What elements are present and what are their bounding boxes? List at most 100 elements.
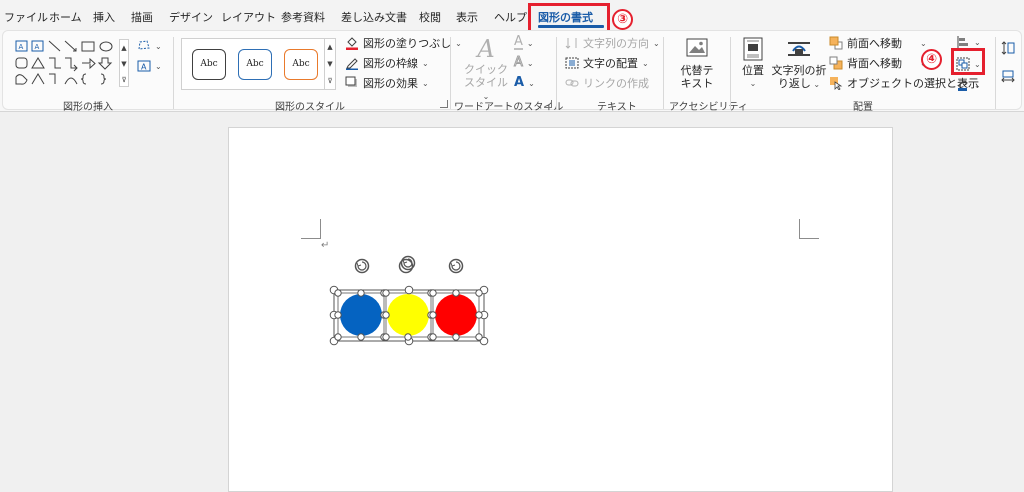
chevron-down-icon: ⌄: [653, 38, 660, 48]
dialog-launcher-icon[interactable]: [544, 100, 552, 108]
chevron-down-icon: ⌄: [422, 58, 429, 68]
quick-styles-button[interactable]: A クイック スタイル ⌄: [461, 35, 511, 103]
group-separator: [663, 37, 664, 109]
bring-forward-icon: [829, 36, 843, 50]
yellow-circle[interactable]: [387, 294, 429, 336]
alt-text-label-2: キスト: [680, 77, 714, 90]
quick-styles-label-1: クイック: [464, 63, 508, 76]
blue-circle[interactable]: [340, 294, 382, 336]
shape-effects-button[interactable]: 図形の効果 ⌄: [345, 74, 429, 92]
style-preview-blue[interactable]: Abc: [238, 49, 272, 80]
chevron-down-icon: ⌄: [749, 79, 757, 88]
tab-mailings[interactable]: 差し込み文書: [341, 9, 407, 25]
tab-design[interactable]: デザイン: [169, 9, 213, 25]
tab-insert[interactable]: 挿入: [93, 9, 115, 25]
tab-draw[interactable]: 描画: [131, 9, 153, 25]
shape-height-field[interactable]: [1001, 39, 1015, 57]
shape-width-field[interactable]: [1001, 67, 1015, 85]
shape-style-gallery[interactable]: Abc Abc Abc: [181, 38, 333, 90]
wrap-text-icon: [771, 36, 827, 64]
rotate-icon: [956, 78, 970, 92]
text-fill-icon: A: [514, 34, 523, 50]
position-button[interactable]: 位置 ⌄: [737, 36, 769, 90]
text-outline-icon: A: [514, 55, 524, 70]
chevron-down-icon: ⌄: [920, 38, 927, 48]
text-outline-button[interactable]: A ⌄: [514, 54, 534, 72]
text-fill-button[interactable]: A ⌄: [514, 34, 534, 52]
style-gallery-scroll[interactable]: ▲ ▼ ⊽: [324, 38, 336, 90]
highlight-box-group: [951, 48, 985, 75]
chevron-down-icon: ⌄: [810, 80, 821, 89]
rotation-handles[interactable]: [354, 255, 464, 274]
text-direction-label: 文字列の方向: [583, 37, 649, 50]
pencil-icon: [345, 56, 359, 70]
chevron-down-icon: ⌄: [528, 78, 535, 88]
gallery-more-icon[interactable]: ⊽: [120, 72, 128, 88]
grouped-shapes[interactable]: [320, 248, 495, 353]
link-icon: [565, 76, 579, 90]
chevron-down-icon: ⌄: [526, 58, 534, 68]
shape-effects-label: 図形の効果: [363, 77, 418, 90]
rotate-objects-button[interactable]: ⌄: [956, 76, 981, 94]
align-text-label: 文字の配置: [583, 57, 638, 70]
red-circle[interactable]: [435, 294, 477, 336]
shape-gallery[interactable]: A A: [15, 39, 131, 87]
paint-bucket-icon: [345, 36, 359, 50]
chevron-down-icon: ⌄: [974, 80, 981, 90]
edit-shape-button[interactable]: ⌄: [137, 37, 162, 55]
align-text-icon: [565, 56, 579, 70]
wrap-text-button[interactable]: 文字列の折 り返し ⌄: [771, 36, 827, 91]
tab-help[interactable]: ヘルプ: [494, 9, 527, 25]
shape-outline-button[interactable]: 図形の枠線 ⌄: [345, 54, 429, 72]
tab-review[interactable]: 校閲: [419, 9, 441, 25]
shape-gallery-scroll[interactable]: ▲ ▼ ⊽: [119, 39, 129, 87]
group-label-arrange: 配置: [853, 102, 873, 113]
tab-layout[interactable]: レイアウト: [221, 9, 276, 25]
group-separator: [173, 37, 174, 109]
group-separator: [730, 37, 731, 109]
bring-forward-label: 前面へ移動: [847, 37, 902, 50]
tab-view[interactable]: 表示: [456, 9, 478, 25]
create-link-button[interactable]: リンクの作成: [565, 74, 649, 92]
group-separator: [995, 37, 996, 109]
step-3-badge: ③: [612, 9, 633, 30]
tab-references[interactable]: 参考資料: [281, 9, 325, 25]
dialog-launcher-icon[interactable]: [440, 100, 448, 108]
tab-file[interactable]: ファイル: [4, 9, 48, 25]
style-preview-orange[interactable]: Abc: [284, 49, 318, 80]
group-separator: [450, 37, 451, 109]
tab-home[interactable]: ホーム: [49, 9, 82, 25]
group-label-text: テキスト: [597, 102, 637, 113]
crop-mark-top-right: [799, 219, 819, 239]
scroll-down-icon[interactable]: ▼: [325, 56, 335, 73]
alt-text-button[interactable]: 代替テ キスト: [671, 36, 723, 90]
group-label-insert-shapes: 図形の挿入: [63, 102, 113, 113]
edit-shape-icon: [137, 39, 151, 53]
group-label-shape-styles: 図形のスタイル: [275, 102, 345, 113]
chevron-down-icon: ⌄: [526, 38, 534, 48]
bring-forward-button[interactable]: 前面へ移動 ⌄: [829, 34, 927, 52]
send-backward-button[interactable]: 背面へ移動 ⌄: [829, 54, 927, 72]
align-icon: [956, 35, 970, 49]
position-label: 位置: [742, 64, 764, 77]
svg-text:A: A: [19, 43, 24, 51]
scroll-up-icon[interactable]: ▲: [325, 39, 335, 56]
highlight-box-tab: [528, 3, 610, 33]
ribbon-panel: A A ▲ ▼ ⊽ ⌄ A ⌄ 図形の挿入 Abc Abc Abc ▲ ▼ ⊽ …: [2, 30, 1022, 113]
text-effects-button[interactable]: A ⌄: [514, 74, 535, 92]
scroll-down-icon[interactable]: ▼: [120, 56, 128, 72]
width-icon: [1001, 69, 1015, 83]
scroll-up-icon[interactable]: ▲: [120, 40, 128, 56]
align-text-button[interactable]: 文字の配置 ⌄: [565, 54, 649, 72]
gallery-more-icon[interactable]: ⊽: [325, 73, 335, 90]
style-preview-dark[interactable]: Abc: [192, 49, 226, 80]
text-effects-icon: A: [514, 75, 525, 90]
effects-icon: [345, 76, 359, 90]
draw-textbox-button[interactable]: A ⌄: [137, 57, 162, 75]
text-direction-button[interactable]: 文字列の方向 ⌄: [565, 34, 660, 52]
shape-fill-label: 図形の塗りつぶし: [363, 37, 452, 50]
shape-fill-button[interactable]: 図形の塗りつぶし ⌄: [345, 34, 462, 52]
send-backward-label: 背面へ移動: [847, 57, 902, 70]
text-direction-icon: [565, 36, 579, 50]
chevron-down-icon: ⌄: [642, 58, 649, 68]
